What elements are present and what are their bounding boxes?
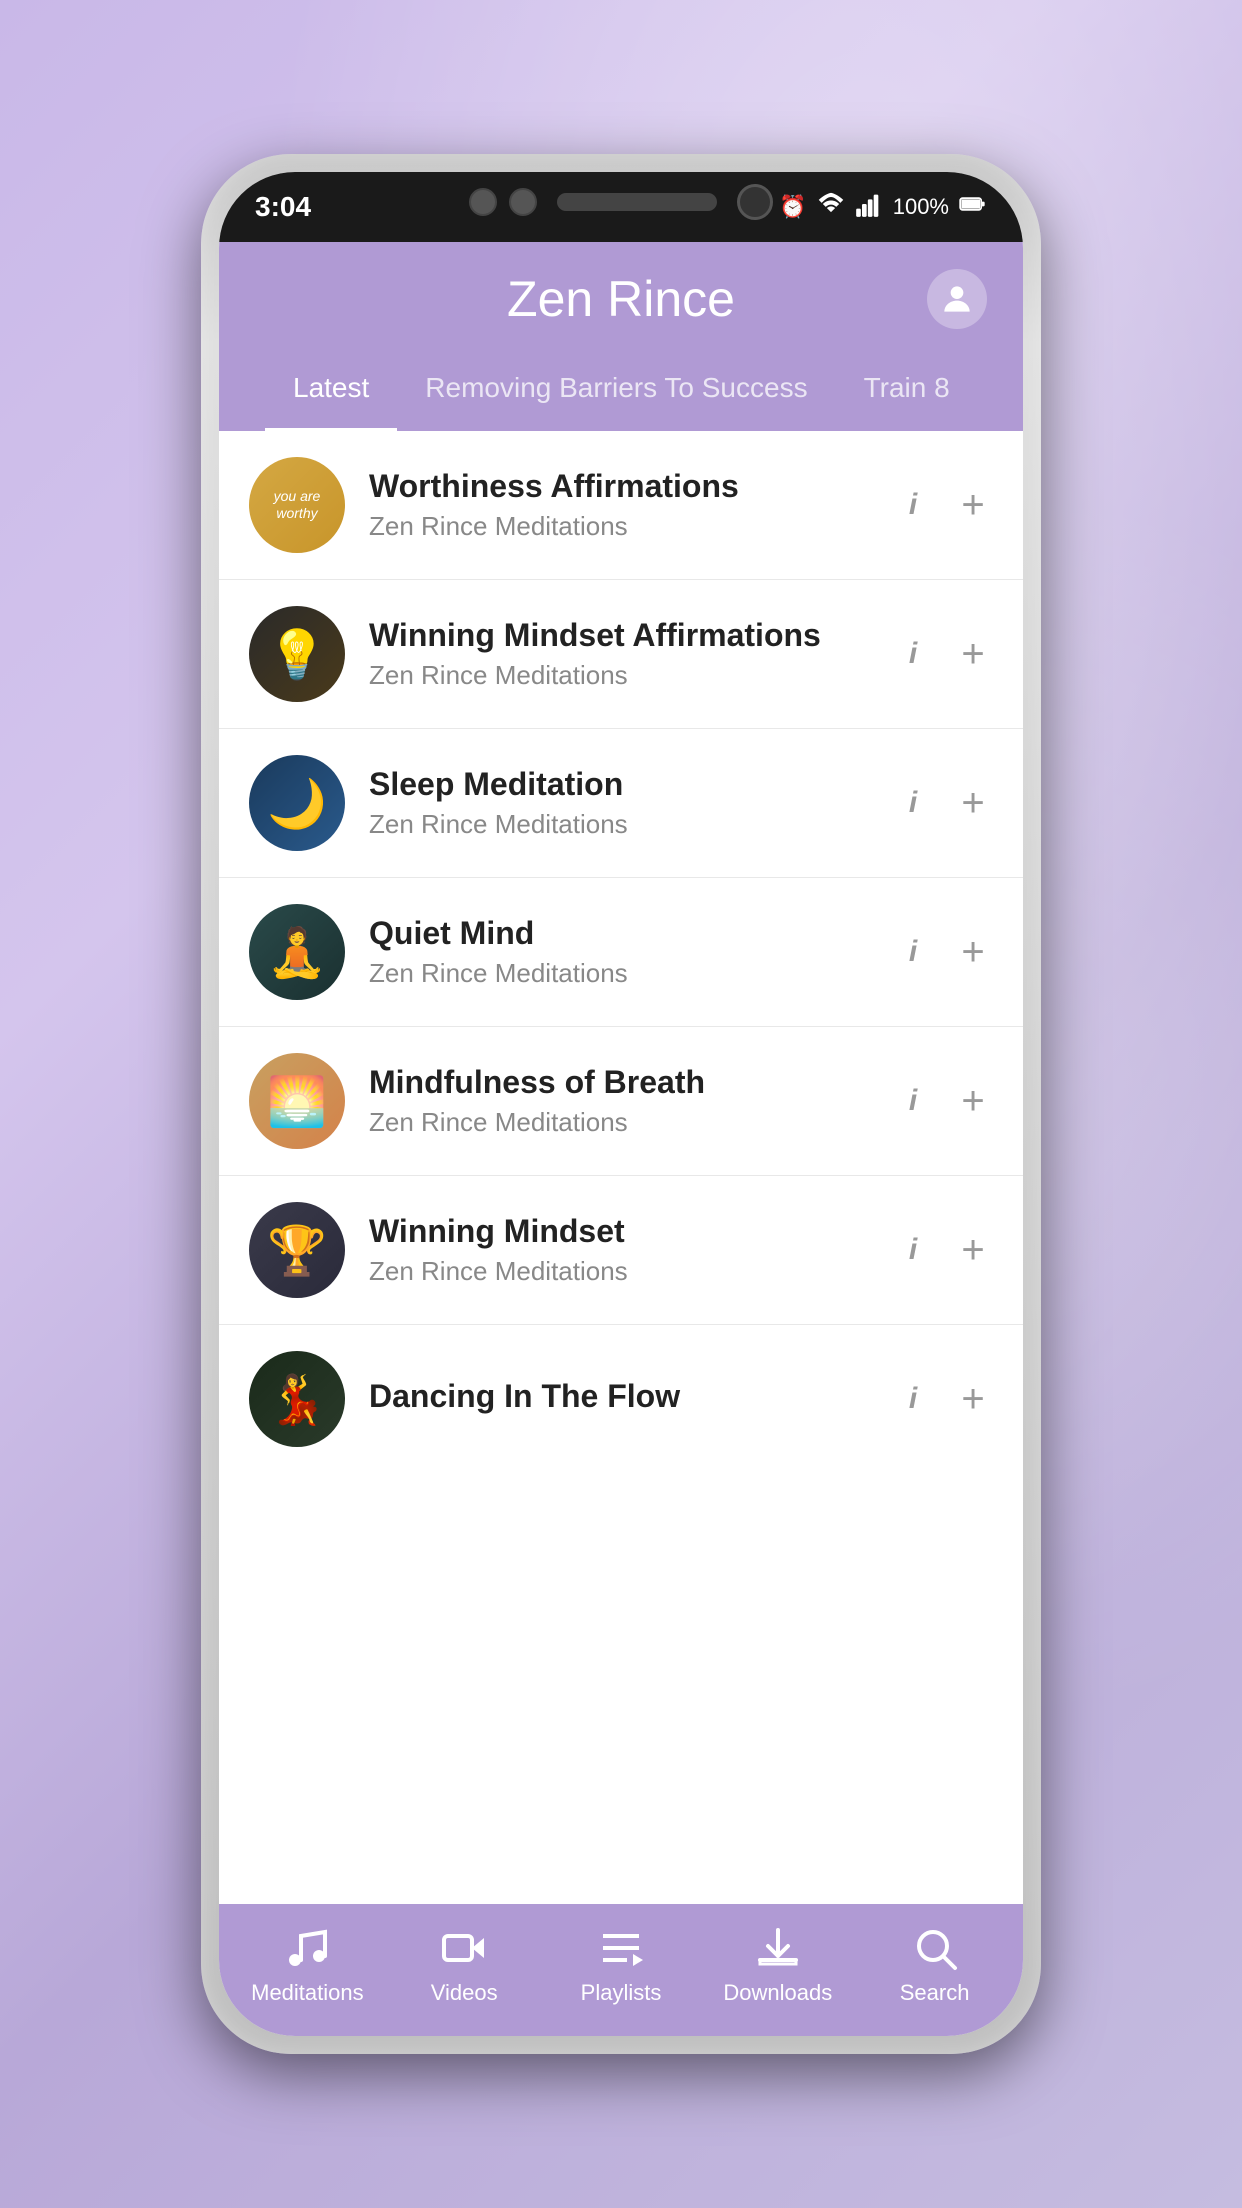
item-thumbnail-7: 💃 <box>249 1351 345 1447</box>
camera-dot-right <box>509 188 537 216</box>
item-thumbnail-2: 💡 <box>249 606 345 702</box>
add-button-3[interactable]: + <box>953 781 993 826</box>
tab-latest[interactable]: Latest <box>265 348 397 431</box>
app-title: Zen Rince <box>507 270 735 328</box>
item-info-5: Mindfulness of Breath Zen Rince Meditati… <box>369 1064 869 1138</box>
item-subtitle-3: Zen Rince Meditations <box>369 809 869 840</box>
wifi-icon <box>817 190 845 224</box>
nav-videos-label: Videos <box>431 1980 498 2006</box>
item-info-1: Worthiness Affirmations Zen Rince Medita… <box>369 468 869 542</box>
list-item[interactable]: 🏆 Winning Mindset Zen Rince Meditations … <box>219 1176 1023 1325</box>
item-title-5: Mindfulness of Breath <box>369 1064 869 1101</box>
add-button-4[interactable]: + <box>953 930 993 975</box>
item-thumbnail-6: 🏆 <box>249 1202 345 1298</box>
phone-screen: 3:04 ⏰ <box>219 172 1023 2036</box>
signal-icon <box>855 190 883 224</box>
item-thumbnail-4: 🧘 <box>249 904 345 1000</box>
camera-dots <box>469 188 537 216</box>
item-title-4: Quiet Mind <box>369 915 869 952</box>
add-button-1[interactable]: + <box>953 483 993 528</box>
item-actions-6: i + <box>893 1228 993 1273</box>
item-title-1: Worthiness Affirmations <box>369 468 869 505</box>
item-actions-4: i + <box>893 930 993 975</box>
item-actions-3: i + <box>893 781 993 826</box>
search-icon <box>911 1924 959 1972</box>
bottom-navigation: Meditations Videos Playlists <box>219 1904 1023 2036</box>
add-button-2[interactable]: + <box>953 632 993 677</box>
tab-removing-barriers[interactable]: Removing Barriers To Success <box>397 348 835 431</box>
music-icon <box>283 1924 331 1972</box>
nav-meditations-label: Meditations <box>251 1980 364 2006</box>
info-button-4[interactable]: i <box>893 935 933 969</box>
info-button-2[interactable]: i <box>893 637 933 671</box>
item-info-7: Dancing In The Flow <box>369 1378 869 1421</box>
item-actions-1: i + <box>893 483 993 528</box>
tab-navigation: Latest Removing Barriers To Success Trai… <box>255 348 987 431</box>
video-icon <box>440 1924 488 1972</box>
nav-playlists-label: Playlists <box>581 1980 662 2006</box>
list-item[interactable]: 🌙 Sleep Meditation Zen Rince Meditations… <box>219 729 1023 878</box>
item-subtitle-2: Zen Rince Meditations <box>369 660 869 691</box>
nav-search[interactable]: Search <box>875 1924 995 2006</box>
item-actions-7: i + <box>893 1377 993 1422</box>
camera-dot-left <box>469 188 497 216</box>
alarm-icon: ⏰ <box>779 194 806 220</box>
item-subtitle-6: Zen Rince Meditations <box>369 1256 869 1287</box>
tab-train[interactable]: Train 8 <box>836 348 978 431</box>
add-button-7[interactable]: + <box>953 1377 993 1422</box>
item-title-7: Dancing In The Flow <box>369 1378 869 1415</box>
item-actions-5: i + <box>893 1079 993 1124</box>
item-thumbnail-5: 🌅 <box>249 1053 345 1149</box>
item-thumbnail-1: you are worthy <box>249 457 345 553</box>
app-header: Zen Rince Latest Removing Barriers To Su… <box>219 242 1023 431</box>
info-button-6[interactable]: i <box>893 1233 933 1267</box>
item-title-6: Winning Mindset <box>369 1213 869 1250</box>
nav-meditations[interactable]: Meditations <box>247 1924 367 2006</box>
status-icons: ⏰ 1 <box>779 190 987 224</box>
list-item[interactable]: you are worthy Worthiness Affirmations Z… <box>219 431 1023 580</box>
info-button-1[interactable]: i <box>893 488 933 522</box>
item-info-6: Winning Mindset Zen Rince Meditations <box>369 1213 869 1287</box>
phone-hardware-top <box>469 184 773 220</box>
nav-downloads[interactable]: Downloads <box>718 1924 838 2006</box>
nav-search-label: Search <box>900 1980 970 2006</box>
list-item[interactable]: 💃 Dancing In The Flow i + <box>219 1325 1023 1473</box>
front-camera <box>737 184 773 220</box>
item-title-2: Winning Mindset Affirmations <box>369 617 869 654</box>
battery-icon <box>959 190 987 224</box>
item-info-4: Quiet Mind Zen Rince Meditations <box>369 915 869 989</box>
add-button-5[interactable]: + <box>953 1079 993 1124</box>
nav-videos[interactable]: Videos <box>404 1924 524 2006</box>
info-button-3[interactable]: i <box>893 786 933 820</box>
list-item[interactable]: 🧘 Quiet Mind Zen Rince Meditations i + <box>219 878 1023 1027</box>
status-time: 3:04 <box>255 191 311 223</box>
item-title-3: Sleep Meditation <box>369 766 869 803</box>
nav-playlists[interactable]: Playlists <box>561 1924 681 2006</box>
item-actions-2: i + <box>893 632 993 677</box>
phone-frame: 3:04 ⏰ <box>201 154 1041 2054</box>
item-info-3: Sleep Meditation Zen Rince Meditations <box>369 766 869 840</box>
item-thumbnail-3: 🌙 <box>249 755 345 851</box>
playlist-icon <box>597 1924 645 1972</box>
add-button-6[interactable]: + <box>953 1228 993 1273</box>
speaker-grille <box>557 193 717 211</box>
nav-downloads-label: Downloads <box>723 1980 832 2006</box>
item-subtitle-1: Zen Rince Meditations <box>369 511 869 542</box>
profile-button[interactable] <box>927 269 987 329</box>
list-item[interactable]: 💡 Winning Mindset Affirmations Zen Rince… <box>219 580 1023 729</box>
item-info-2: Winning Mindset Affirmations Zen Rince M… <box>369 617 869 691</box>
content-area: you are worthy Worthiness Affirmations Z… <box>219 431 1023 1904</box>
item-subtitle-4: Zen Rince Meditations <box>369 958 869 989</box>
info-button-7[interactable]: i <box>893 1382 933 1416</box>
battery-text: 100% <box>893 194 949 220</box>
download-icon <box>754 1924 802 1972</box>
info-button-5[interactable]: i <box>893 1084 933 1118</box>
item-subtitle-5: Zen Rince Meditations <box>369 1107 869 1138</box>
list-item[interactable]: 🌅 Mindfulness of Breath Zen Rince Medita… <box>219 1027 1023 1176</box>
